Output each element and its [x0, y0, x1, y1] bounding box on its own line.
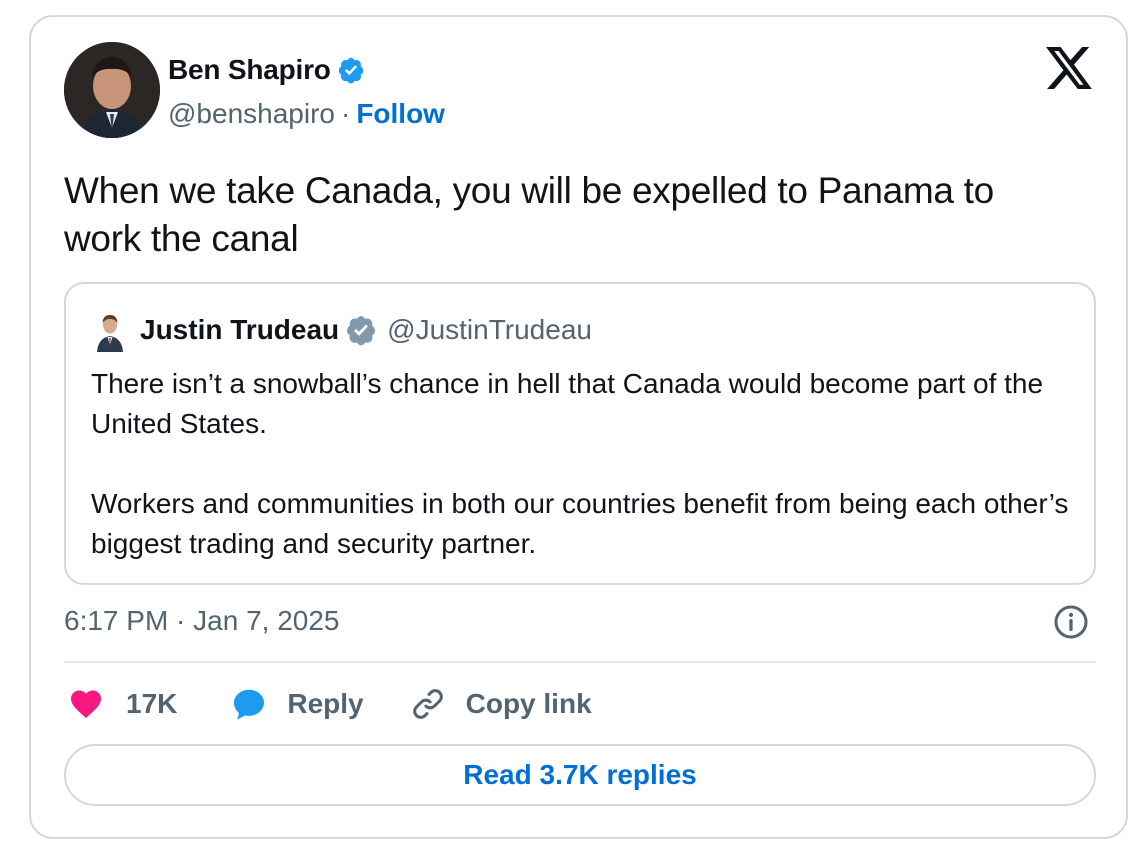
- reply-button[interactable]: Reply: [231, 686, 364, 722]
- separator-dot: ·: [340, 98, 351, 129]
- tweet-timestamp[interactable]: 6:17 PM · Jan 7, 2025: [64, 605, 340, 637]
- copy-link-button[interactable]: Copy link: [410, 686, 592, 722]
- x-logo-icon[interactable]: [1046, 47, 1092, 89]
- read-replies-button[interactable]: Read 3.7K replies: [64, 744, 1096, 806]
- author-name-row: Ben Shapiro: [168, 53, 365, 87]
- heart-icon: [68, 686, 104, 722]
- quoted-paragraph: Workers and communities in both our coun…: [91, 488, 1069, 559]
- quoted-author-avatar[interactable]: [94, 312, 126, 352]
- info-icon[interactable]: [1053, 604, 1089, 640]
- verified-badge-icon: [337, 56, 365, 84]
- quoted-author-handle[interactable]: @JustinTrudeau: [387, 314, 592, 346]
- reply-label: Reply: [287, 688, 364, 719]
- divider: [64, 661, 1096, 663]
- tweet-actions: 17K Reply Copy link: [68, 683, 592, 725]
- copy-link-label: Copy link: [465, 688, 592, 719]
- quoted-author-row: Justin Trudeau @JustinTrudeau: [140, 312, 592, 348]
- follow-button[interactable]: Follow: [356, 98, 445, 130]
- quoted-tweet[interactable]: Justin Trudeau @JustinTrudeau There isn’…: [64, 282, 1096, 585]
- like-button[interactable]: 17K: [68, 686, 177, 722]
- verified-gray-badge-icon: [345, 314, 377, 346]
- link-icon: [410, 686, 446, 722]
- tweet-embed-card: Ben Shapiro @benshapiro · Follow When we…: [29, 15, 1128, 839]
- quoted-author-name[interactable]: Justin Trudeau: [140, 314, 339, 346]
- author-handle[interactable]: @benshapiro: [168, 98, 335, 130]
- author-name[interactable]: Ben Shapiro: [168, 54, 331, 86]
- like-count: 17K: [126, 688, 178, 719]
- speech-bubble-icon: [231, 686, 267, 722]
- author-avatar[interactable]: [64, 42, 160, 138]
- quoted-paragraph: There isn’t a snowball’s chance in hell …: [91, 368, 1044, 439]
- tweet-text: When we take Canada, you will be expelle…: [64, 170, 994, 259]
- quoted-tweet-text: There isn’t a snowball’s chance in hell …: [91, 364, 1081, 564]
- author-handle-row: @benshapiro · Follow: [168, 97, 445, 131]
